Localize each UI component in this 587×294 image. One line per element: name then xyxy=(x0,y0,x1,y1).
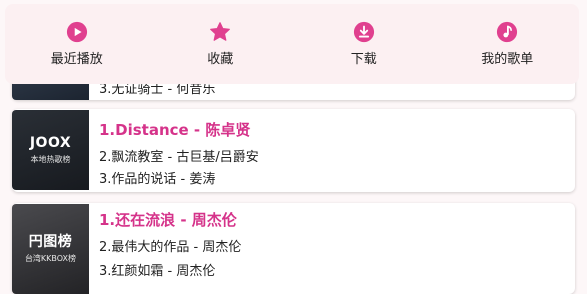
chart-cover-image: JOOX 本地热歌榜 xyxy=(12,110,89,190)
top-nav-bar: 最近播放 收藏 下载 我的歌单 xyxy=(5,4,579,84)
chart-card-joox[interactable]: JOOX 本地热歌榜 1.Distance - 陈卓贤 2.飘流教室 - 古巨基… xyxy=(12,109,575,192)
chart-card-kkbox[interactable]: 円图榜 台湾KKBOX榜 1.还在流浪 - 周杰伦 2.最伟大的作品 - 周杰伦… xyxy=(12,203,575,294)
chart-track-2: 2.飘流教室 - 古巨基/吕爵安 xyxy=(99,150,259,165)
chart-track-3: 3.作品的说话 - 姜涛 xyxy=(99,172,216,187)
cover-subtitle: 本地热歌榜 xyxy=(30,155,71,164)
nav-label: 最近播放 xyxy=(50,52,103,67)
chart-track-1: 1.还在流浪 - 周杰伦 xyxy=(99,211,237,229)
chart-track-2: 2.最伟大的作品 - 周杰伦 xyxy=(99,240,242,255)
nav-my-playlists[interactable]: 我的歌单 xyxy=(436,4,580,84)
nav-favorites[interactable]: 收藏 xyxy=(149,4,293,84)
nav-label: 我的歌单 xyxy=(481,52,534,67)
star-icon xyxy=(210,22,231,41)
play-circle-icon xyxy=(66,21,87,43)
cover-brand-text: JOOX xyxy=(29,135,72,151)
chart-cover-image: 円图榜 台湾KKBOX榜 xyxy=(12,204,89,294)
chart-track-3: 3.红颜如霜 - 周杰伦 xyxy=(99,264,216,279)
download-icon xyxy=(353,21,374,43)
nav-label: 下载 xyxy=(350,52,377,67)
cover-brand-text: 円图榜 xyxy=(28,234,73,250)
nav-recent-play[interactable]: 最近播放 xyxy=(5,4,149,84)
nav-download[interactable]: 下载 xyxy=(292,4,436,84)
chart-track-1: 1.Distance - 陈卓贤 xyxy=(99,121,251,139)
nav-label: 收藏 xyxy=(207,52,234,67)
music-note-icon xyxy=(497,21,518,43)
cover-subtitle: 台湾KKBOX榜 xyxy=(24,254,77,263)
